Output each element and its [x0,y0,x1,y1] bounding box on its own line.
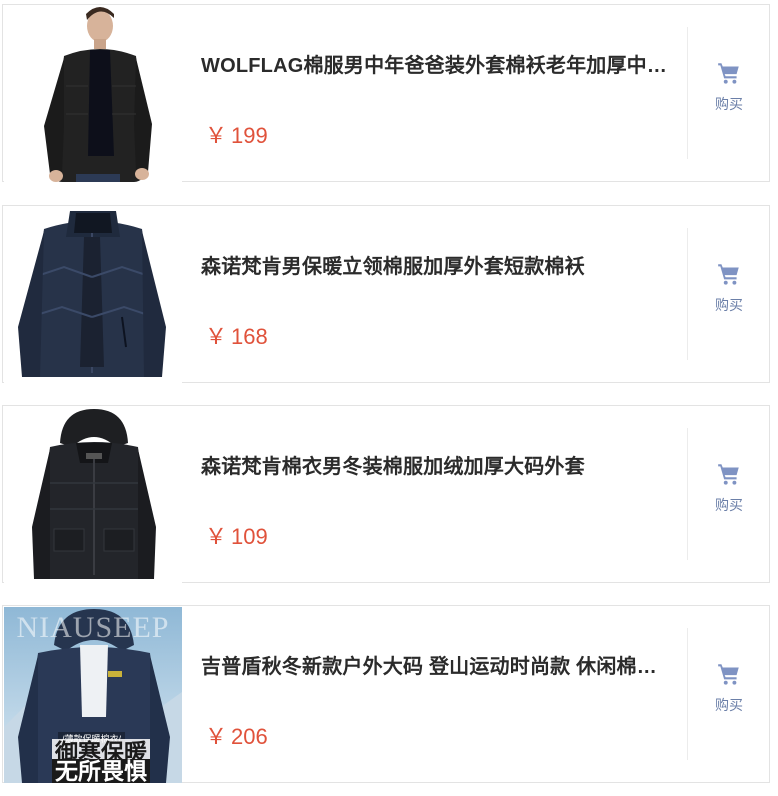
buy-button[interactable]: 购买 [698,461,760,525]
price-value: 206 [231,724,268,749]
product-price: ￥ 109 [205,519,268,551]
shopping-cart-icon [718,264,739,285]
shopping-cart-icon [718,664,739,685]
product-image[interactable] [4,207,182,383]
currency-symbol: ￥ [205,524,228,549]
buy-label: 购买 [715,297,743,313]
ad-brand-text: NIAUSEEP [16,611,170,644]
product-title[interactable]: 吉普盾秋冬新款户外大码 登山运动时尚款 休闲棉衣加厚 [201,650,671,679]
buy-label: 购买 [715,497,743,513]
product-image[interactable] [4,6,182,182]
product-list: WOLFLAG棉服男中年爸爸装外套棉袄老年加厚中长款 ￥ 199 购买 森诺梵肯… [0,0,778,796]
buy-button[interactable]: 购买 [698,661,760,725]
price-value: 199 [231,123,268,148]
buy-button[interactable]: 购买 [698,261,760,325]
buy-button[interactable]: 购买 [698,60,760,124]
price-value: 109 [231,524,268,549]
product-card[interactable]: NIAUSEEP /薄款保暖棉衣/ 御寒保暖 无所畏惧 吉普盾秋冬新款户外大码 … [2,605,770,783]
currency-symbol: ￥ [205,123,228,148]
ad-slogan-line2: 无所畏惧 [52,759,150,783]
product-price: ￥ 168 [205,319,268,351]
product-image[interactable]: NIAUSEEP /薄款保暖棉衣/ 御寒保暖 无所畏惧 [4,607,182,783]
divider [687,228,688,360]
product-title[interactable]: 森诺梵肯男保暖立领棉服加厚外套短款棉袄 [201,250,671,279]
product-title[interactable]: WOLFLAG棉服男中年爸爸装外套棉袄老年加厚中长款 [201,49,671,78]
currency-symbol: ￥ [205,324,228,349]
buy-label: 购买 [715,96,743,112]
product-image[interactable] [4,407,182,583]
buy-label: 购买 [715,697,743,713]
product-price: ￥ 199 [205,118,268,150]
product-card[interactable]: 森诺梵肯棉衣男冬装棉服加绒加厚大码外套 ￥ 109 购买 [2,405,770,583]
product-price: ￥ 206 [205,719,268,751]
divider [687,428,688,560]
shopping-cart-icon [718,464,739,485]
shopping-cart-icon [718,63,739,84]
product-card[interactable]: 森诺梵肯男保暖立领棉服加厚外套短款棉袄 ￥ 168 购买 [2,205,770,383]
product-card[interactable]: WOLFLAG棉服男中年爸爸装外套棉袄老年加厚中长款 ￥ 199 购买 [2,4,770,182]
currency-symbol: ￥ [205,724,228,749]
divider [687,628,688,760]
price-value: 168 [231,324,268,349]
product-title[interactable]: 森诺梵肯棉衣男冬装棉服加绒加厚大码外套 [201,450,671,479]
divider [687,27,688,159]
